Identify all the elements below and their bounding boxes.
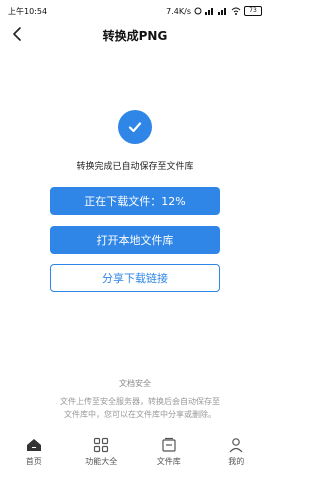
download-progress-label: 正在下载文件：12% [84, 195, 186, 208]
page-title: 转换成PNG [102, 29, 168, 43]
checkmark-icon [128, 122, 142, 133]
tab-file-library[interactable]: 文件库 [139, 435, 199, 480]
tab-file-library-label: 文件库 [156, 457, 181, 466]
conversion-complete-message: 转换完成已自动保存至文件库 [76, 162, 194, 172]
status-bar: 上午10:54 7.4K/s 73 [0, 0, 270, 22]
security-title: 文档安全 [119, 379, 151, 388]
nav-bar: 转换成PNG [0, 22, 270, 48]
share-download-link-label: 分享下载链接 [102, 272, 168, 285]
tab-features-label: 功能大全 [85, 457, 118, 466]
alarm-icon [194, 7, 202, 15]
status-indicators: 7.4K/s 73 [166, 6, 270, 16]
tab-home[interactable]: 首页 [4, 435, 64, 480]
wifi-icon [231, 7, 241, 15]
tab-home-label: 首页 [25, 457, 42, 466]
share-download-link-button[interactable]: 分享下载链接 [50, 264, 220, 292]
tab-features[interactable]: 功能大全 [71, 435, 131, 480]
open-local-library-label: 打开本地文件库 [96, 234, 174, 247]
success-check-icon [118, 110, 152, 144]
tab-profile-label: 我的 [228, 457, 245, 466]
signal-icon-2 [218, 8, 226, 15]
network-speed: 7.4K/s [166, 6, 191, 16]
open-local-library-button[interactable]: 打开本地文件库 [50, 226, 220, 254]
status-time: 上午10:54 [8, 6, 48, 16]
bottom-tab-bar: 首页 功能大全 文件库 我的 [0, 435, 270, 480]
security-description: 文件上传至安全服务器，转换后会自动保存至文件库中，您可以在文件库中分享或删除。 [60, 397, 220, 419]
tab-profile[interactable]: 我的 [206, 435, 266, 480]
conversion-result-page: 上午10:54 7.4K/s 73 转换成PNG 转换完成已自动保存至文件库 正… [0, 0, 270, 480]
folder-icon [162, 437, 176, 452]
download-progress-button[interactable]: 正在下载文件：12% [50, 187, 220, 215]
grid-icon [94, 437, 109, 453]
home-icon [26, 439, 41, 451]
signal-icon [205, 8, 213, 15]
battery-icon: 73 [244, 6, 262, 16]
user-icon [229, 438, 243, 453]
